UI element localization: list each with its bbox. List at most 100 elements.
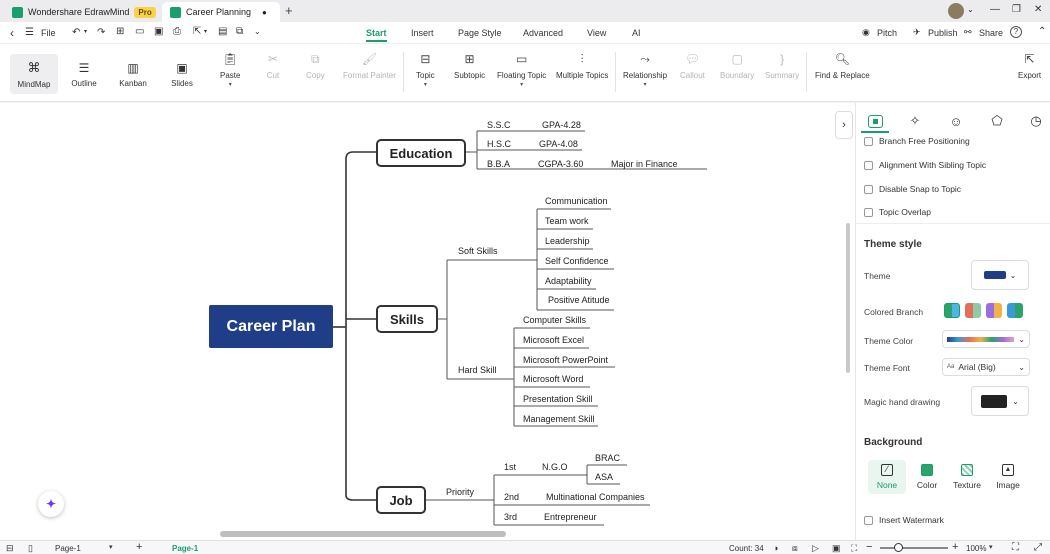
- share-button[interactable]: Share: [979, 28, 1003, 38]
- job-priority-1[interactable]: 1st: [504, 462, 516, 472]
- more-chevron-icon[interactable]: ⌄: [254, 27, 261, 36]
- new-file-icon[interactable]: ⊞: [116, 26, 124, 37]
- bg-none-button[interactable]: ⁄ None: [868, 460, 906, 494]
- theme-color-picker[interactable]: ⌄: [942, 330, 1030, 348]
- find-replace-button[interactable]: 🔍︎ Find & Replace: [815, 52, 870, 80]
- play-icon[interactable]: ▷: [812, 543, 819, 554]
- edu-gpa-bba[interactable]: CGPA-3.60: [538, 159, 583, 169]
- tab-insert[interactable]: Insert: [411, 28, 434, 38]
- view-kanban-button[interactable]: ▥ Kanban: [109, 54, 157, 94]
- hard-skill-item[interactable]: Computer Skills: [523, 315, 586, 325]
- hard-skill-item[interactable]: Microsoft Word: [523, 374, 583, 384]
- save-icon[interactable]: ▣: [154, 26, 163, 37]
- branch-style-option-2[interactable]: [965, 303, 981, 318]
- page-layout-icon[interactable]: ⊟: [6, 543, 14, 554]
- bg-texture-button[interactable]: Texture: [948, 460, 986, 494]
- export-button[interactable]: ⇱ Export: [1018, 52, 1041, 80]
- page-select-chevron-down-icon[interactable]: ▾: [109, 543, 113, 551]
- summary-button[interactable]: } Summary: [765, 52, 799, 80]
- share-file-icon[interactable]: ⧉: [236, 26, 243, 37]
- collapse-panel-chevron-icon[interactable]: ›: [835, 111, 853, 139]
- panel-scrollbar[interactable]: [846, 223, 850, 373]
- callout-button[interactable]: 💬︎ Callout: [680, 52, 705, 80]
- cut-button[interactable]: ✂ Cut: [265, 52, 281, 80]
- skills-hard-label[interactable]: Hard Skill: [458, 365, 497, 375]
- page-select[interactable]: Page-1: [55, 544, 81, 553]
- fullscreen-icon[interactable]: ⛶: [1012, 542, 1019, 553]
- mindmap-canvas[interactable]: Career Plan Education Skills Job S.S.C G…: [0, 103, 855, 540]
- job-priority-2[interactable]: 2nd: [504, 492, 519, 502]
- edu-gpa-ssc[interactable]: GPA-4.28: [542, 120, 581, 130]
- expand-icon[interactable]: ⤢: [1034, 542, 1042, 553]
- checkbox[interactable]: [864, 136, 873, 146]
- tab-close-icon[interactable]: ●: [262, 8, 267, 17]
- theme-mode-icon[interactable]: ◑: [773, 543, 778, 553]
- topic-education[interactable]: Education: [376, 139, 466, 167]
- paste-button[interactable]: 📋︎ Paste ▾: [220, 52, 240, 88]
- subtopic-button[interactable]: ⊞ Subtopic: [454, 52, 485, 80]
- topic-job[interactable]: Job: [376, 486, 426, 514]
- present-icon[interactable]: ▣: [832, 543, 841, 554]
- skills-soft-label[interactable]: Soft Skills: [458, 246, 498, 256]
- branch-free-positioning-option[interactable]: Branch Free Positioning: [864, 136, 970, 146]
- soft-skill-item[interactable]: Adaptability: [545, 276, 592, 286]
- panel-toggle-icon[interactable]: ▯: [28, 543, 33, 554]
- fit-screen-icon[interactable]: ⛶: [851, 543, 857, 554]
- checkbox[interactable]: [864, 160, 873, 170]
- zoom-in-button[interactable]: +: [952, 541, 958, 553]
- zoom-slider-track[interactable]: [880, 547, 948, 549]
- theme-font-select[interactable]: Aa Arial (Big) ⌄: [942, 358, 1030, 376]
- app-tab[interactable]: Wondershare EdrawMind Pro: [4, 2, 164, 22]
- zoom-level[interactable]: 100%: [966, 544, 986, 553]
- file-menu[interactable]: File: [41, 28, 56, 38]
- view-outline-button[interactable]: ☰ Outline: [60, 54, 108, 94]
- magic-hand-drawing-select[interactable]: ⌄: [971, 386, 1029, 416]
- zoom-slider-thumb[interactable]: [894, 543, 903, 552]
- horizontal-scrollbar[interactable]: [220, 531, 506, 537]
- view-slides-button[interactable]: ▣ Slides: [158, 54, 206, 94]
- edu-level-bba[interactable]: B.B.A: [487, 159, 510, 169]
- topic-skills[interactable]: Skills: [376, 305, 438, 333]
- avatar-chevron-down-icon[interactable]: ⌄: [967, 5, 974, 14]
- ai-assistant-button[interactable]: ✦: [38, 491, 64, 517]
- tab-start[interactable]: Start: [366, 28, 387, 42]
- topic-overlap-option[interactable]: Topic Overlap: [864, 207, 931, 217]
- panel-tab-theme[interactable]: ⬠: [983, 111, 1011, 131]
- edu-level-hsc[interactable]: H.S.C: [487, 139, 511, 149]
- hard-skill-item[interactable]: Presentation Skill: [523, 394, 593, 404]
- job-mnc[interactable]: Multinational Companies: [546, 492, 645, 502]
- tab-view[interactable]: View: [587, 28, 606, 38]
- branch-style-option-4[interactable]: [1007, 303, 1023, 318]
- checkbox[interactable]: [864, 515, 873, 525]
- redo-icon[interactable]: ↷: [97, 27, 105, 38]
- copy-button[interactable]: ⧉ Copy: [306, 52, 325, 81]
- panel-tab-marker[interactable]: ☺: [942, 111, 970, 131]
- job-ent[interactable]: Entrepreneur: [544, 512, 597, 522]
- add-page-button[interactable]: +: [136, 541, 142, 553]
- multiple-topics-button[interactable]: ⫶ Multiple Topics: [556, 52, 608, 81]
- tab-ai[interactable]: AI: [632, 28, 641, 38]
- new-tab-button[interactable]: +: [285, 3, 293, 18]
- soft-skill-item[interactable]: Positive Atitude: [548, 295, 610, 305]
- help-icon[interactable]: ?: [1010, 26, 1022, 38]
- checkbox[interactable]: [864, 207, 873, 217]
- job-priority[interactable]: Priority: [446, 487, 474, 497]
- zoom-chevron-down-icon[interactable]: ▾: [989, 543, 993, 551]
- soft-skill-item[interactable]: Team work: [545, 216, 589, 226]
- minimize-button[interactable]: —: [990, 4, 1000, 15]
- restore-button[interactable]: ❐: [1012, 4, 1021, 15]
- publish-button[interactable]: Publish: [928, 28, 958, 38]
- open-folder-icon[interactable]: ▭: [135, 26, 144, 37]
- panel-tab-style[interactable]: [861, 111, 889, 131]
- template-icon[interactable]: ▤: [218, 26, 227, 37]
- edu-gpa-hsc[interactable]: GPA-4.08: [539, 139, 578, 149]
- panel-tab-history[interactable]: ◷: [1022, 111, 1050, 131]
- book-icon[interactable]: ⧈: [792, 543, 798, 554]
- zoom-out-button[interactable]: −: [866, 541, 872, 553]
- export-quick-icon[interactable]: ⇱: [193, 26, 201, 37]
- hard-skill-item[interactable]: Microsoft PowerPoint: [523, 355, 608, 365]
- page-tab[interactable]: Page-1: [172, 544, 198, 553]
- menu-icon[interactable]: ☰: [25, 27, 34, 38]
- hard-skill-item[interactable]: Microsoft Excel: [523, 335, 584, 345]
- alignment-sibling-option[interactable]: Alignment With Sibling Topic: [864, 160, 986, 170]
